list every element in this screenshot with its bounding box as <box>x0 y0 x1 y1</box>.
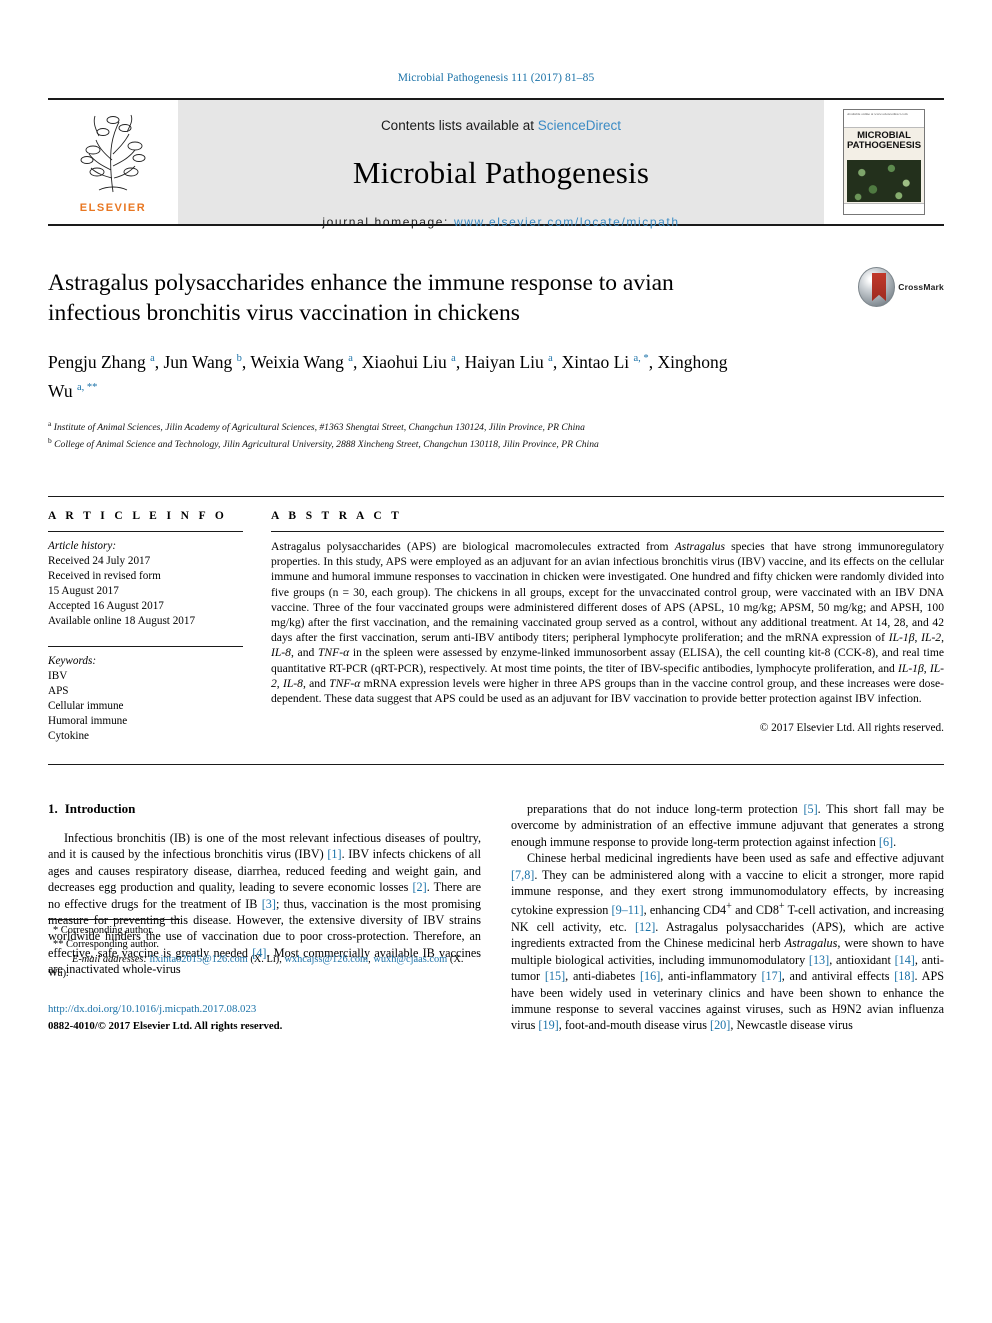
corresponding-author-2: ** Corresponding author. <box>53 939 159 951</box>
page-content: Astragalus polysaccharides enhance the i… <box>48 226 944 1034</box>
info-abstract-region: A R T I C L E I N F O Article history: R… <box>48 496 944 744</box>
history-received: Received 24 July 2017 <box>48 555 151 568</box>
journal-title: Microbial Pathogenesis <box>352 155 650 190</box>
journal-masthead: ELSEVIER Contents lists available at Sci… <box>48 98 944 229</box>
journal-cover-area: Available online at www.sciencedirect.co… <box>824 100 944 224</box>
introduction-number: 1. <box>48 801 58 817</box>
journal-cover-thumbnail: Available online at www.sciencedirect.co… <box>843 109 925 215</box>
article-info-column: A R T I C L E I N F O Article history: R… <box>48 497 243 744</box>
keywords-block: Keywords: IBV APS Cellular immune Humora… <box>48 646 243 744</box>
abstract-column: A B S T R A C T Astragalus polysaccharid… <box>271 497 944 744</box>
page-title: Astragalus polysaccharides enhance the i… <box>48 270 674 326</box>
author-list: Pengju Zhang a, Jun Wang b, Weixia Wang … <box>48 351 728 401</box>
contents-available-line: Contents lists available at ScienceDirec… <box>178 118 824 133</box>
sciencedirect-link[interactable]: ScienceDirect <box>538 118 621 133</box>
history-revised-label: Received in revised form <box>48 570 161 583</box>
journal-article-page: Microbial Pathogenesis 111 (2017) 81–85 <box>0 0 992 1323</box>
publisher-logo-area: ELSEVIER <box>48 100 178 224</box>
article-history-label: Article history: <box>48 540 117 553</box>
doi-link[interactable]: http://dx.doi.org/10.1016/j.micpath.2017… <box>48 1002 481 1016</box>
corresponding-author-1: * Corresponding author. <box>53 924 154 936</box>
affiliations: a Institute of Animal Sciences, Jilin Ac… <box>48 417 944 452</box>
abstract-heading: A B S T R A C T <box>271 510 403 523</box>
cover-photo <box>847 160 921 202</box>
elsevier-tree-logo: ELSEVIER <box>69 110 157 214</box>
body-right-column: preparations that do not induce long-ter… <box>511 801 944 1034</box>
crossmark-label: CrossMark <box>898 282 944 292</box>
contents-prefix: Contents lists available at <box>380 118 538 133</box>
elsevier-wordmark: ELSEVIER <box>79 202 147 214</box>
email-link-2[interactable]: wxhcajss@126.com <box>284 954 368 965</box>
article-body: 1. Introduction Infectious bronchitis (IB… <box>48 801 944 1034</box>
title-block: Astragalus polysaccharides enhance the i… <box>48 226 944 452</box>
keyword-humoral-immune: Humoral immune <box>48 715 128 728</box>
introduction-paragraph-2: preparations that do not induce long-ter… <box>511 802 944 849</box>
email-1-owner: (X. Li) <box>250 953 280 965</box>
abstract-text: Astragalus polysaccharides (APS) are bio… <box>271 540 945 706</box>
crossmark-icon <box>858 267 896 307</box>
running-head: Microbial Pathogenesis 111 (2017) 81–85 <box>397 72 595 84</box>
crossmark-badge-group[interactable]: CrossMark <box>858 266 944 308</box>
email-link-3[interactable]: wuxh@cjaas.com <box>373 954 447 965</box>
affiliation-mark-b: b <box>48 436 52 446</box>
keywords-label: Keywords: <box>48 655 97 668</box>
cover-topband: Available online at www.sciencedirect.co… <box>844 110 924 128</box>
keyword-aps: APS <box>48 685 69 698</box>
history-available-online: Available online 18 August 2017 <box>48 615 196 628</box>
article-info-heading: A R T I C L E I N F O <box>48 510 228 523</box>
email-addresses-line: E-mail addresses: lixintao2015@126.com (… <box>48 953 464 980</box>
keyword-cytokine: Cytokine <box>48 730 90 743</box>
footnotes-block: * Corresponding author. ** Corresponding… <box>48 918 481 1034</box>
body-left-column: 1. Introduction Infectious bronchitis (IB… <box>48 801 481 1034</box>
article-info-rule-top <box>48 531 243 533</box>
cover-journal-title: MICROBIAL PATHOGENESIS <box>846 130 922 151</box>
email-link-1[interactable]: lixintao2015@126.com <box>150 954 248 965</box>
history-accepted: Accepted 16 August 2017 <box>48 600 164 613</box>
affiliation-mark-a: a <box>48 418 52 428</box>
keyword-cellular-immune: Cellular immune <box>48 700 124 713</box>
abstract-copyright: © 2017 Elsevier Ltd. All rights reserved… <box>759 722 944 735</box>
footnote-rule <box>48 918 180 920</box>
affiliation-a: a Institute of Animal Sciences, Jilin Ac… <box>48 417 944 435</box>
introduction-title: Introduction <box>64 801 136 817</box>
introduction-paragraph-3: Chinese herbal medicinal ingredients hav… <box>511 851 945 1033</box>
history-revised-date: 15 August 2017 <box>48 585 119 598</box>
email-addresses-label: E-mail addresses: <box>72 953 147 965</box>
info-abstract-rule-bottom <box>48 764 944 766</box>
introduction-heading: 1. Introduction <box>48 801 481 817</box>
doi-block: http://dx.doi.org/10.1016/j.micpath.2017… <box>48 1002 481 1034</box>
masthead-center: Contents lists available at ScienceDirec… <box>178 100 824 229</box>
keywords-rule <box>48 646 243 648</box>
affiliation-a-text: Institute of Animal Sciences, Jilin Acad… <box>53 421 585 433</box>
cover-bottomband <box>844 203 924 214</box>
abstract-rule-top <box>271 531 944 533</box>
affiliation-b: b College of Animal Science and Technolo… <box>48 434 944 452</box>
keyword-ibv: IBV <box>48 670 68 683</box>
affiliation-b-text: College of Animal Science and Technology… <box>54 439 599 451</box>
issn-copyright-line: 0882-4010/© 2017 Elsevier Ltd. All right… <box>48 1019 283 1032</box>
